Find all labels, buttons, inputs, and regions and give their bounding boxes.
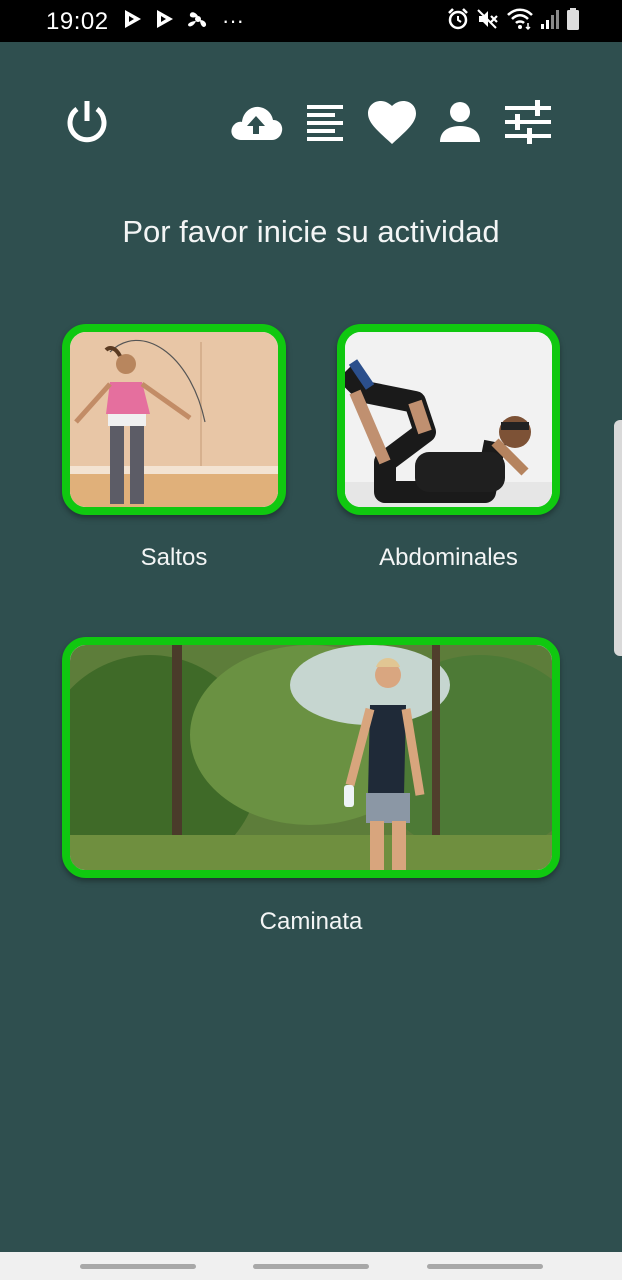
status-system-icons [446, 7, 580, 36]
battery-icon [566, 7, 580, 36]
signal-icon [540, 8, 560, 35]
status-notification-icons: ··· [122, 8, 244, 35]
navigation-bar [0, 1252, 622, 1280]
crunches-photo [345, 332, 552, 507]
status-overflow-dots: ··· [222, 8, 244, 33]
activity-card-saltos[interactable] [62, 324, 286, 515]
page-title: Por favor inicie su actividad [122, 214, 500, 249]
nav-back-button[interactable] [427, 1264, 543, 1269]
play-store-icon [122, 8, 144, 35]
cloud-upload-icon[interactable] [226, 92, 286, 152]
nav-recents-button[interactable] [80, 1264, 196, 1269]
heart-icon[interactable] [362, 92, 422, 152]
nav-home-button[interactable] [253, 1264, 369, 1269]
play-store-icon [154, 8, 176, 35]
jump-rope-photo [70, 332, 278, 507]
walking-photo [70, 645, 552, 870]
list-icon[interactable] [295, 92, 355, 152]
mute-icon [476, 7, 500, 36]
activity-label-saltos: Saltos [140, 544, 208, 571]
activity-label-caminata: Caminata [259, 908, 363, 935]
power-icon[interactable] [57, 92, 117, 152]
activity-card-abdominales[interactable] [337, 324, 560, 515]
fan-icon [186, 8, 210, 35]
activity-card-caminata[interactable] [62, 637, 560, 878]
wifi-icon [506, 7, 534, 36]
status-time: 19:02 [46, 8, 109, 35]
status-bar: 19:02 ··· [0, 0, 622, 42]
edge-panel-handle[interactable] [614, 420, 622, 656]
top-toolbar [0, 92, 622, 158]
person-icon[interactable] [430, 92, 490, 152]
alarm-icon [446, 7, 470, 36]
activity-label-abdominales: Abdominales [379, 544, 518, 571]
sliders-icon[interactable] [498, 92, 558, 152]
